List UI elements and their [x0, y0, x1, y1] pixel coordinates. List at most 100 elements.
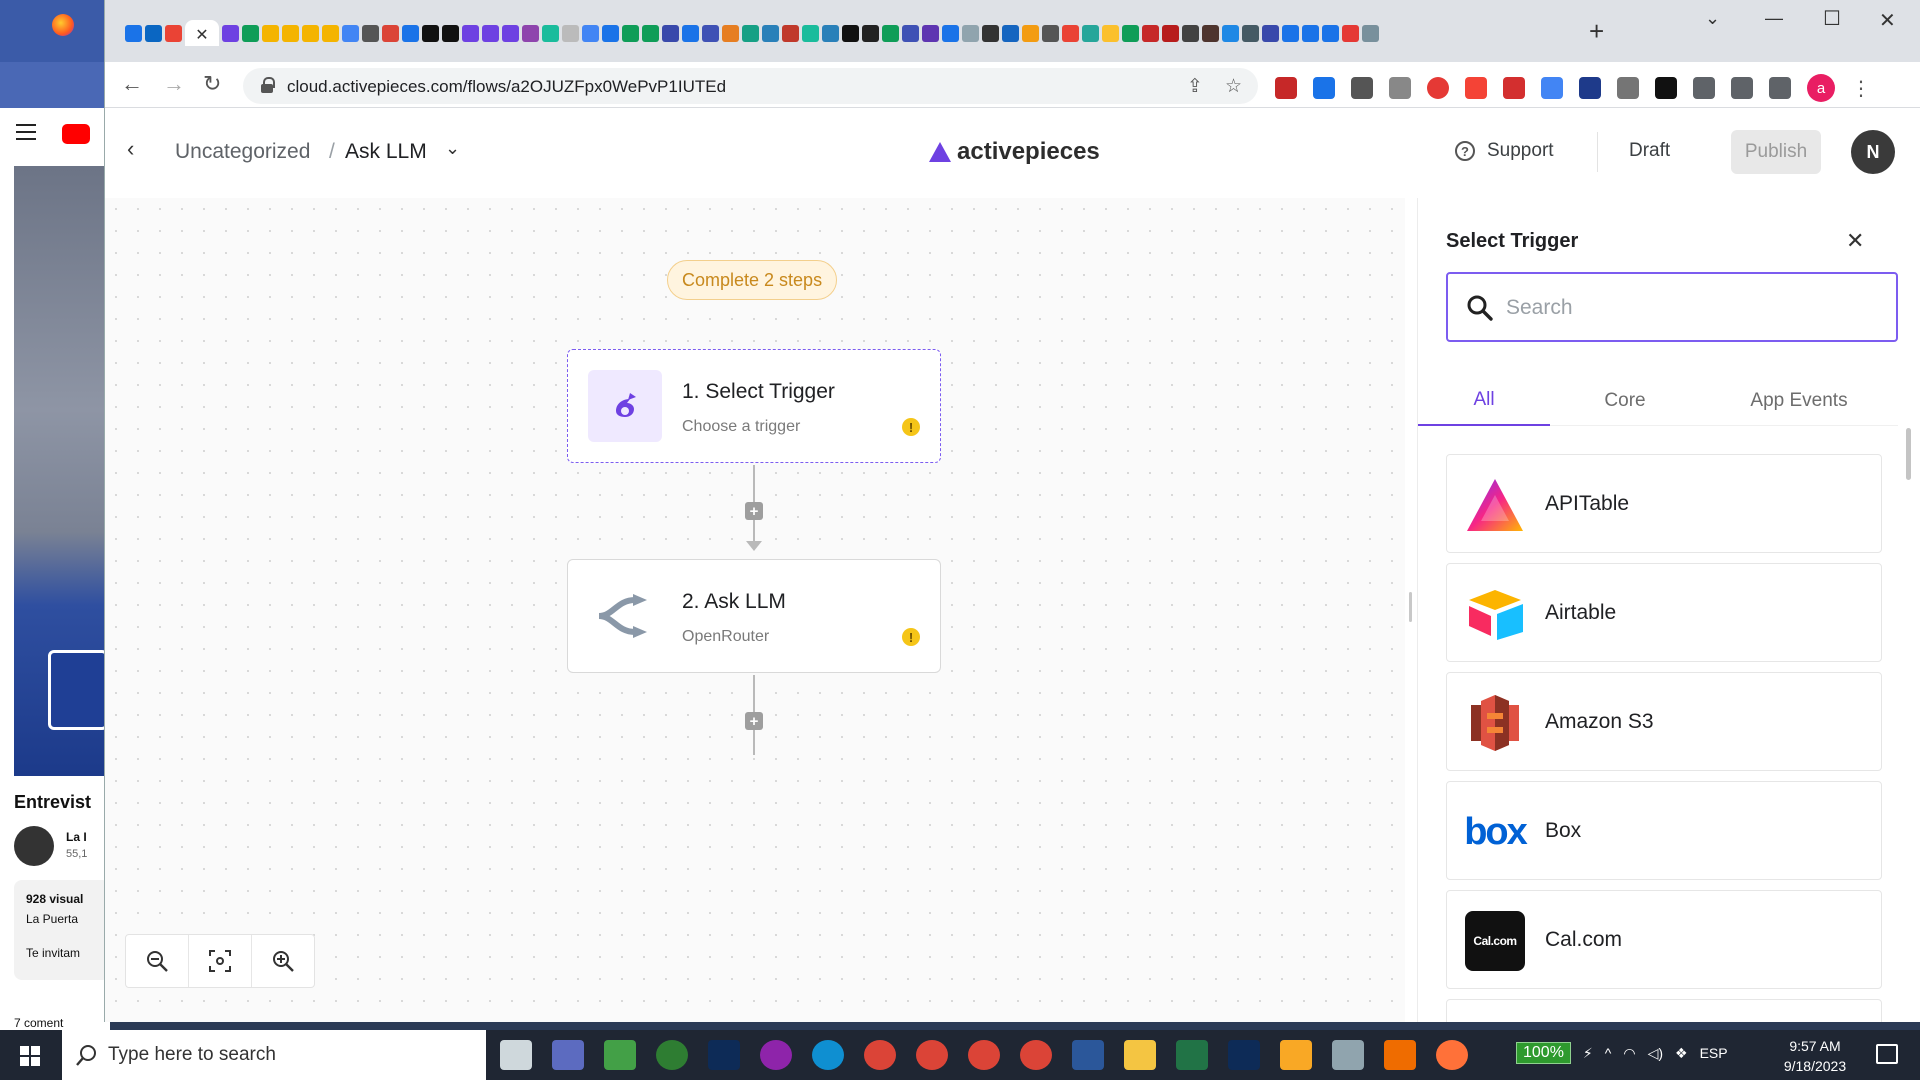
tab-favicon-icon[interactable] [362, 24, 379, 42]
app-icon[interactable] [552, 1040, 584, 1070]
battery-indicator[interactable]: 100% [1516, 1042, 1571, 1064]
tab-favicon-icon[interactable] [562, 24, 579, 42]
tab-favicon-icon[interactable] [322, 24, 339, 42]
tab-favicon-icon[interactable] [222, 24, 239, 42]
tab-core[interactable]: Core [1550, 376, 1700, 426]
firefox-icon[interactable] [1436, 1040, 1468, 1070]
extension-icon[interactable] [1617, 77, 1639, 99]
tab-favicon-icon[interactable] [642, 24, 659, 42]
maximize-icon[interactable]: ☐ [1823, 6, 1841, 31]
add-step-button[interactable]: + [745, 502, 763, 520]
tab-favicon-icon[interactable] [1042, 24, 1059, 42]
extension-icon[interactable] [1275, 77, 1297, 99]
tab-favicon-icon[interactable] [1322, 24, 1339, 42]
tab-favicon-icon[interactable] [1162, 24, 1179, 42]
tab-favicon-icon[interactable] [402, 24, 419, 42]
tab-favicon-icon[interactable] [982, 24, 999, 42]
tab-favicon-icon[interactable] [302, 24, 319, 42]
menu-icon[interactable] [16, 124, 36, 140]
extensions-puzzle-icon[interactable] [1693, 77, 1715, 99]
share-icon[interactable]: ⇪ [1187, 75, 1203, 98]
chrome-icon[interactable] [916, 1040, 948, 1070]
tab-favicon-icon[interactable] [1142, 24, 1159, 42]
close-window-icon[interactable]: ✕ [1879, 8, 1896, 33]
tab-favicon-icon[interactable] [382, 24, 399, 42]
tab-favicon-icon[interactable] [1062, 24, 1079, 42]
bookmark-star-icon[interactable]: ☆ [1225, 75, 1242, 98]
tab-favicon-icon[interactable] [482, 24, 499, 42]
reading-list-icon[interactable] [1731, 77, 1753, 99]
tab-favicon-icon[interactable] [1242, 24, 1259, 42]
notification-icon[interactable] [1876, 1044, 1898, 1064]
tab-favicon-icon[interactable] [242, 24, 259, 42]
extension-icon[interactable] [1351, 77, 1373, 99]
volume-icon[interactable]: ◁) [1648, 1045, 1663, 1062]
lock-icon[interactable] [261, 77, 275, 93]
tab-favicon-icon[interactable] [125, 24, 142, 42]
dropbox-icon[interactable]: ❖ [1675, 1045, 1688, 1062]
tab-favicon-icon[interactable] [942, 24, 959, 42]
scrollbar[interactable] [1906, 428, 1911, 480]
gmail-tab-icon[interactable] [165, 24, 182, 42]
chrome-icon[interactable] [864, 1040, 896, 1070]
video-description[interactable]: 928 visual La Puerta Te invitam [14, 880, 110, 980]
address-bar[interactable]: cloud.activepieces.com/flows/a2OJUZFpx0W… [243, 68, 1258, 104]
app-icon[interactable] [760, 1040, 792, 1070]
tab-favicon-icon[interactable] [1342, 24, 1359, 42]
extension-icon[interactable] [1541, 77, 1563, 99]
close-tab-icon[interactable]: ✕ [195, 25, 208, 45]
piece-item-apitable[interactable]: APITable [1446, 454, 1882, 553]
tab-favicon-icon[interactable] [462, 24, 479, 42]
taskbar-search[interactable]: Type here to search [62, 1030, 486, 1080]
power-plug-icon[interactable]: ⚡ [1583, 1045, 1593, 1062]
tab-favicon-icon[interactable] [1362, 24, 1379, 42]
chevron-down-icon[interactable]: ⌄ [445, 138, 460, 159]
extension-icon[interactable] [1655, 77, 1677, 99]
extension-icon[interactable] [1579, 77, 1601, 99]
breadcrumb-folder[interactable]: Uncategorized [175, 140, 310, 164]
extension-icon[interactable] [1389, 77, 1411, 99]
publish-button[interactable]: Publish [1731, 130, 1821, 174]
tab-favicon-icon[interactable] [1202, 24, 1219, 42]
clock[interactable]: 9:57 AM 9/18/2023 [1770, 1036, 1860, 1076]
tab-favicon-icon[interactable] [862, 24, 879, 42]
linkedin-tab-icon[interactable] [145, 24, 162, 42]
back-chevron-icon[interactable]: ‹ [127, 136, 134, 162]
app-icon[interactable] [604, 1040, 636, 1070]
tab-favicon-icon[interactable] [1102, 24, 1119, 42]
user-avatar[interactable]: N [1851, 130, 1895, 174]
piece-item-airtable[interactable]: Airtable [1446, 563, 1882, 662]
edge-icon[interactable] [812, 1040, 844, 1070]
tab-favicon-icon[interactable] [1002, 24, 1019, 42]
tab-favicon-icon[interactable] [762, 24, 779, 42]
excel-icon[interactable] [1176, 1040, 1208, 1070]
extension-icon[interactable] [1503, 77, 1525, 99]
chevron-up-icon[interactable]: ^ [1605, 1045, 1612, 1061]
tab-favicon-icon[interactable] [1182, 24, 1199, 42]
language-indicator[interactable]: ESP [1700, 1045, 1728, 1061]
evernote-icon[interactable] [656, 1040, 688, 1070]
tab-favicon-icon[interactable] [722, 24, 739, 42]
close-icon[interactable]: ✕ [1846, 228, 1864, 254]
back-arrow-icon[interactable]: ← [121, 71, 143, 97]
tab-favicon-icon[interactable] [502, 24, 519, 42]
photoshop-icon[interactable] [1228, 1040, 1260, 1070]
tab-favicon-icon[interactable] [902, 24, 919, 42]
ask-llm-step-card[interactable]: 2. Ask LLM OpenRouter ! [567, 559, 941, 673]
tab-favicon-icon[interactable] [922, 24, 939, 42]
fit-view-button[interactable] [189, 935, 252, 987]
new-tab-button[interactable]: + [1589, 16, 1604, 47]
panel-resize-handle[interactable] [1409, 592, 1412, 622]
tab-favicon-icon[interactable] [1082, 24, 1099, 42]
tab-favicon-icon[interactable] [1282, 24, 1299, 42]
url-text[interactable]: cloud.activepieces.com/flows/a2OJUZFpx0W… [287, 77, 726, 97]
piece-item-box[interactable]: box Box [1446, 781, 1882, 880]
tab-favicon-icon[interactable] [702, 24, 719, 42]
extension-icon[interactable] [1465, 77, 1487, 99]
tab-favicon-icon[interactable] [542, 24, 559, 42]
vlc-icon[interactable] [1384, 1040, 1416, 1070]
tab-favicon-icon[interactable] [282, 24, 299, 42]
active-tab[interactable]: ✕ [185, 20, 219, 46]
extension-icon[interactable] [1427, 77, 1449, 99]
tab-favicon-icon[interactable] [602, 24, 619, 42]
